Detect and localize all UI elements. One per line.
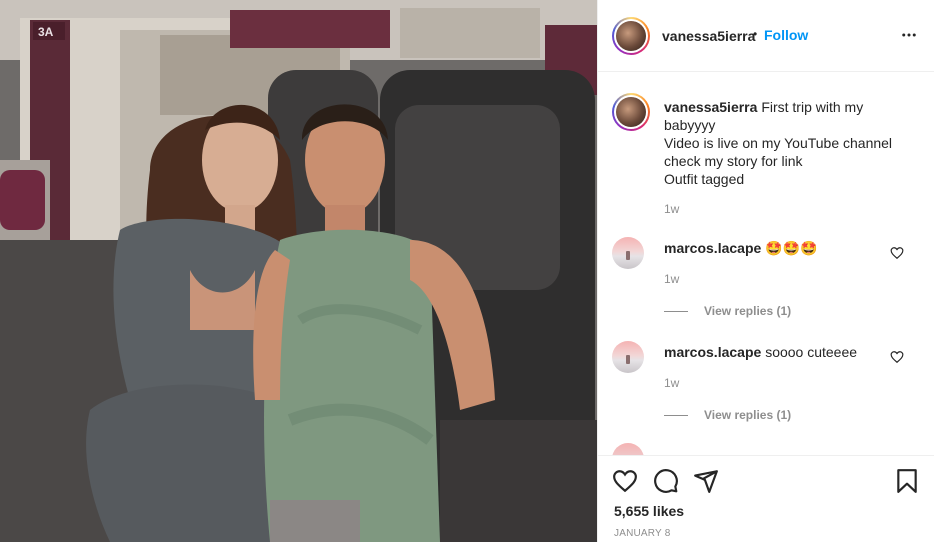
follow-button[interactable]: Follow	[764, 27, 808, 43]
replies-divider	[664, 414, 688, 416]
comment-body: marcos.lacape soooo cuteeee	[664, 344, 857, 360]
like-icon[interactable]	[612, 468, 638, 494]
comment-like-icon[interactable]	[890, 246, 904, 260]
comment-time[interactable]: 1w	[664, 376, 679, 390]
commenter-avatar[interactable]	[612, 443, 644, 455]
caption-line: First trip with my	[761, 99, 864, 115]
view-replies-button[interactable]: View replies (1)	[664, 304, 791, 318]
likes-count[interactable]: 5,655 likes	[614, 503, 684, 519]
comments-list[interactable]: vanessa5ierra First trip with my babyyyy…	[598, 73, 934, 455]
comment-time[interactable]: 1w	[664, 272, 679, 286]
author-username[interactable]: vanessa5ierra	[662, 28, 755, 44]
replies-divider	[664, 310, 688, 312]
view-replies-button[interactable]: View replies (1)	[664, 408, 791, 422]
more-options-icon[interactable]	[900, 26, 918, 44]
post-actions: 5,655 likes JANUARY 8	[598, 455, 934, 542]
caption-time[interactable]: 1w	[664, 202, 679, 216]
caption-line: Video is live on my YouTube channel	[664, 135, 893, 151]
comment-text: 🤩🤩🤩	[765, 240, 818, 256]
header-separator: •	[753, 27, 758, 41]
comment-text: soooo cuteeee	[765, 344, 858, 360]
view-replies-label: View replies (1)	[704, 408, 792, 422]
caption-line: babyyyy	[664, 117, 716, 133]
comment-body: marcos.lacape 🤩🤩🤩	[664, 240, 817, 257]
commenter-username[interactable]: marcos.lacape	[664, 240, 761, 256]
post-date[interactable]: JANUARY 8	[614, 528, 670, 539]
commenter-avatar[interactable]	[612, 237, 644, 269]
author-avatar[interactable]	[612, 17, 650, 55]
comment-icon[interactable]	[653, 468, 679, 494]
caption-line: check my story for link	[664, 153, 803, 169]
caption-line: Outfit tagged	[664, 171, 745, 187]
post-header: vanessa5ierra • Follow	[598, 0, 934, 72]
share-icon[interactable]	[693, 468, 719, 494]
comment-like-icon[interactable]	[890, 350, 904, 364]
commenter-avatar[interactable]	[612, 341, 644, 373]
seat-number-label: 3A	[38, 25, 54, 39]
photo-illustration: 3A	[0, 0, 597, 542]
caption-username[interactable]: vanessa5ierra	[664, 99, 757, 115]
view-replies-label: View replies (1)	[704, 304, 792, 318]
post-photo[interactable]: 3A	[0, 0, 597, 542]
caption-text: vanessa5ierra First trip with my babyyyy…	[664, 98, 924, 188]
save-icon[interactable]	[894, 468, 920, 494]
commenter-username[interactable]: marcos.lacape	[664, 344, 761, 360]
caption-avatar[interactable]	[612, 93, 650, 131]
post-details-panel: vanessa5ierra • Follow vanessa5ierra Fir…	[597, 0, 934, 542]
